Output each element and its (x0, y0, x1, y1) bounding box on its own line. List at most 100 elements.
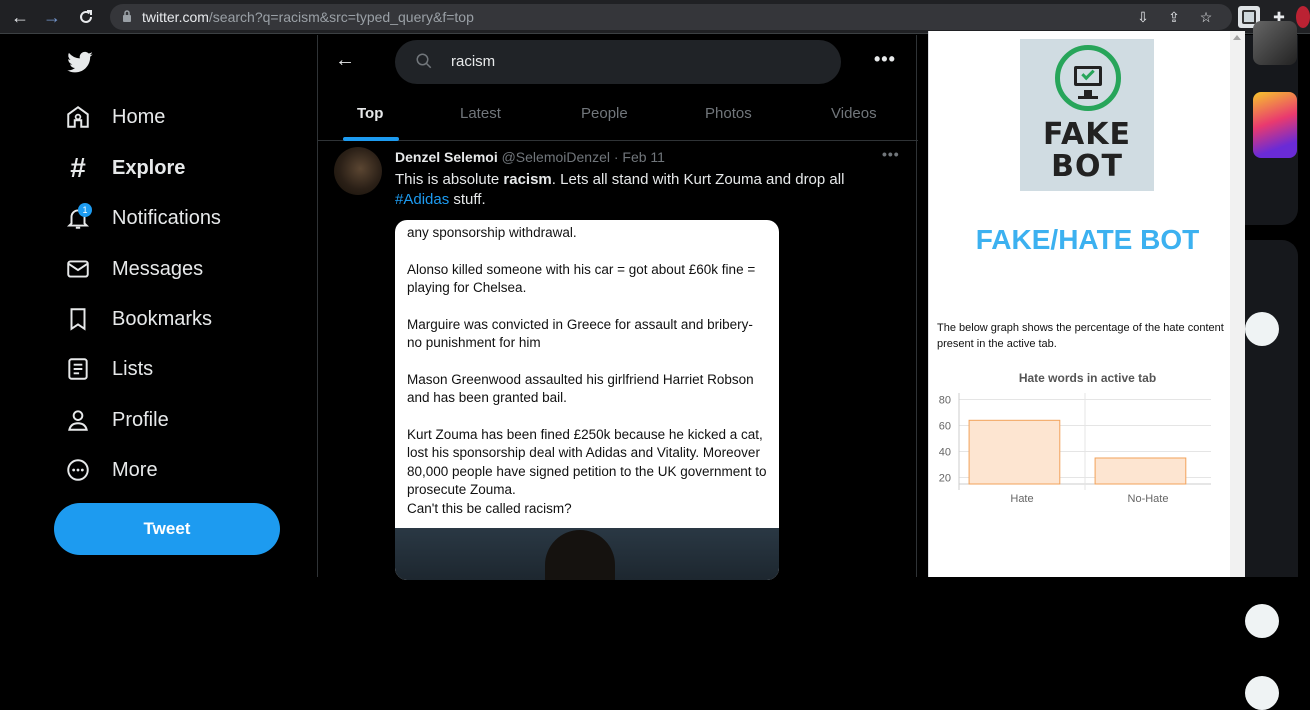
tab-photos[interactable]: Photos (705, 105, 752, 122)
nav-more[interactable]: More (62, 452, 158, 488)
tweet-hashtag-link[interactable]: #Adidas (395, 191, 449, 208)
tweet-button[interactable]: Tweet (54, 503, 280, 555)
y-tick-label: 80 (939, 395, 951, 407)
tab-latest[interactable]: Latest (460, 105, 501, 122)
y-tick-label: 60 (939, 421, 951, 433)
media-paragraph: Alonso killed someone with his car = got… (407, 261, 756, 296)
hate-chart: 80 60 40 20 Hate No-Hate (939, 393, 1211, 505)
lock-icon (123, 10, 131, 22)
url-text: twitter.com/search?q=racism&src=typed_qu… (142, 9, 474, 25)
nav-home[interactable]: Home (62, 99, 165, 135)
nav-notifications-label: Notifications (112, 206, 221, 229)
fakebot-popup: FAKE BOT FAKE/HATE BOT The below graph s… (928, 31, 1245, 577)
bar-no-hate (1094, 457, 1187, 485)
media-photo (395, 528, 779, 580)
media-paragraph: Kurt Zouma has been fined £250k because … (407, 426, 767, 498)
media-text: any sponsorship withdrawal. Alonso kille… (407, 224, 769, 536)
follow-button[interactable] (1245, 676, 1279, 710)
tweet-header: Denzel Selemoi @SelemoiDenzel · Feb 11 (395, 149, 665, 165)
search-tabs: Top Latest People Photos Videos (318, 93, 918, 141)
popup-scrollbar[interactable] (1230, 31, 1245, 577)
tab-top[interactable]: Top (357, 105, 383, 122)
bar-hate (968, 419, 1061, 485)
envelope-icon (62, 253, 94, 285)
search-options-icon[interactable]: ••• (874, 49, 896, 70)
nav-profile-label: Profile (112, 408, 169, 431)
bookmark-star-icon[interactable]: ☆ (1197, 8, 1215, 26)
nav-messages[interactable]: Messages (62, 251, 203, 287)
browser-toolbar: ← → twitter.com/search?q=racism&src=type… (0, 0, 1310, 34)
media-paragraph: Can't this be called racism? (407, 500, 572, 516)
tweet-text-part: This is absolute (395, 171, 504, 188)
nav-bookmarks[interactable]: Bookmarks (62, 301, 212, 337)
media-paragraph: Marguire was convicted in Greece for ass… (407, 316, 753, 351)
person-icon (62, 404, 94, 436)
x-tick-label: No-Hate (1128, 493, 1169, 505)
forward-icon[interactable]: → (40, 5, 64, 29)
tweet-text-part: . Lets all stand with Kurt Zouma and dro… (551, 171, 845, 188)
monitor-check-icon (1055, 45, 1121, 111)
avatar[interactable] (334, 147, 382, 195)
active-tab-indicator (343, 137, 399, 141)
y-tick-label: 40 (939, 447, 951, 459)
address-bar[interactable]: twitter.com/search?q=racism&src=typed_qu… (110, 4, 1232, 30)
logo-word-bot: BOT (1051, 149, 1123, 184)
media-paragraph: Mason Greenwood assaulted his girlfriend… (407, 371, 754, 406)
url-host: twitter.com (142, 9, 209, 25)
popup-title: FAKE/HATE BOT (975, 224, 1200, 255)
twitter-sidebar: Home # Explore 1 Notifications Messages … (0, 35, 317, 577)
nav-messages-label: Messages (112, 257, 204, 280)
more-circle-icon (62, 454, 94, 486)
popup-description: The below graph shows the percentage of … (937, 322, 1224, 350)
tweet-author-name[interactable]: Denzel Selemoi (395, 149, 498, 165)
bookmark-icon (62, 303, 94, 335)
follow-button[interactable] (1245, 604, 1279, 638)
url-path: /search?q=racism&src=typed_query&f=top (208, 9, 474, 25)
nav-home-label: Home (112, 105, 166, 128)
tweet-date[interactable]: · Feb 11 (614, 149, 665, 165)
notification-badge: 1 (78, 203, 92, 217)
trends-card (1245, 21, 1298, 225)
tweet-author-handle[interactable]: @SelemoiDenzel (502, 149, 610, 165)
nav-explore-label: Explore (112, 156, 186, 179)
nav-notifications[interactable]: 1 Notifications (62, 200, 221, 236)
thumbnail-image[interactable] (1253, 21, 1297, 65)
logo-word-fake: FAKE (1042, 117, 1131, 152)
tab-videos[interactable]: Videos (831, 105, 877, 122)
share-icon[interactable]: ⇪ (1165, 8, 1183, 26)
search-icon (416, 53, 432, 69)
tweet-text-part: stuff. (449, 191, 486, 208)
y-tick-label: 20 (939, 473, 951, 485)
x-tick-label: Hate (1010, 493, 1033, 505)
nav-profile[interactable]: Profile (62, 402, 169, 438)
search-query: racism (451, 53, 496, 70)
back-arrow-icon[interactable]: ← (334, 49, 356, 71)
nav-lists[interactable]: Lists (62, 351, 153, 387)
bell-icon: 1 (62, 202, 94, 234)
fakebot-logo: FAKE BOT (1020, 39, 1154, 191)
profile-avatar-icon[interactable] (1296, 6, 1310, 28)
hashtag-icon: # (70, 152, 86, 183)
tweet-text-highlight: racism (503, 171, 552, 188)
home-icon (62, 101, 94, 133)
tweet-more-icon[interactable]: ••• (882, 146, 900, 162)
right-column (1245, 21, 1310, 710)
search-input[interactable]: racism (395, 40, 841, 84)
reload-icon[interactable] (74, 5, 98, 29)
tab-people[interactable]: People (581, 105, 628, 122)
back-icon[interactable]: ← (8, 5, 32, 29)
nav-lists-label: Lists (112, 357, 154, 380)
nav-more-label: More (112, 458, 158, 481)
install-icon[interactable]: ⇩ (1134, 8, 1152, 26)
nav-explore[interactable]: # Explore (62, 150, 185, 186)
list-icon (62, 353, 94, 385)
twitter-bird-icon[interactable] (64, 49, 96, 77)
tweet-text: This is absolute racism. Lets all stand … (395, 170, 875, 210)
media-paragraph: any sponsorship withdrawal. (407, 225, 577, 240)
nav-bookmarks-label: Bookmarks (112, 307, 213, 330)
tweet-media-image[interactable]: any sponsorship withdrawal. Alonso kille… (395, 220, 779, 580)
search-results-column: ← racism ••• Top Latest People Photos Vi… (317, 35, 918, 580)
who-to-follow-card (1245, 240, 1298, 710)
follow-button[interactable] (1245, 312, 1279, 346)
thumbnail-image[interactable] (1253, 92, 1297, 158)
